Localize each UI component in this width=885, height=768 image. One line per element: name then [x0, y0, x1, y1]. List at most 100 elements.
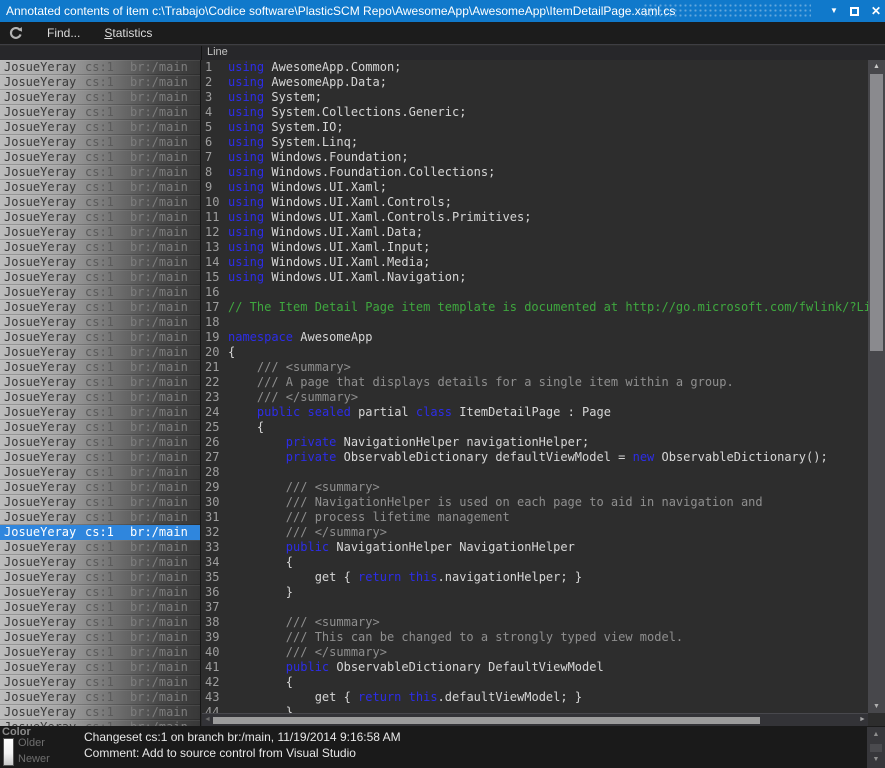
- annotation-row[interactable]: JosueYeraycs:1br:/main: [0, 75, 200, 90]
- scroll-up-icon[interactable]: ▲: [873, 60, 880, 73]
- code-line[interactable]: 7using Windows.Foundation;: [202, 150, 868, 165]
- code-line[interactable]: 2using AwesomeApp.Data;: [202, 75, 868, 90]
- code-line[interactable]: 44 }: [202, 705, 868, 713]
- scroll-down-icon[interactable]: ▼: [873, 700, 880, 713]
- annotation-row[interactable]: JosueYeraycs:1br:/main: [0, 555, 200, 570]
- code-line[interactable]: 3using System;: [202, 90, 868, 105]
- annotation-row[interactable]: JosueYeraycs:1br:/main: [0, 630, 200, 645]
- code-line[interactable]: 17// The Item Detail Page item template …: [202, 300, 868, 315]
- find-button[interactable]: Find...: [47, 26, 80, 40]
- annotation-row[interactable]: JosueYeraycs:1br:/main: [0, 270, 200, 285]
- code-line[interactable]: 18: [202, 315, 868, 330]
- code-line[interactable]: 39 /// This can be changed to a strongly…: [202, 630, 868, 645]
- annotation-row[interactable]: JosueYeraycs:1br:/main: [0, 255, 200, 270]
- annotation-row[interactable]: JosueYeraycs:1br:/main: [0, 210, 200, 225]
- annotation-row[interactable]: JosueYeraycs:1br:/main: [0, 450, 200, 465]
- code-line[interactable]: 33 public NavigationHelper NavigationHel…: [202, 540, 868, 555]
- code-line[interactable]: 38 /// <summary>: [202, 615, 868, 630]
- code-line[interactable]: 31 /// process lifetime management: [202, 510, 868, 525]
- code-line[interactable]: 11using Windows.UI.Xaml.Controls.Primiti…: [202, 210, 868, 225]
- code-line[interactable]: 6using System.Linq;: [202, 135, 868, 150]
- code-line[interactable]: 36 }: [202, 585, 868, 600]
- annotation-row[interactable]: JosueYeraycs:1br:/main: [0, 120, 200, 135]
- annotation-row[interactable]: JosueYeraycs:1br:/main: [0, 300, 200, 315]
- annotation-row[interactable]: JosueYeraycs:1br:/main: [0, 150, 200, 165]
- code-line[interactable]: 14using Windows.UI.Xaml.Media;: [202, 255, 868, 270]
- status-scrollbar[interactable]: ▲ ▼: [867, 727, 885, 768]
- annotation-row[interactable]: JosueYeraycs:1br:/main: [0, 165, 200, 180]
- annotation-row[interactable]: JosueYeraycs:1br:/main: [0, 390, 200, 405]
- code-line[interactable]: 35 get { return this.navigationHelper; }: [202, 570, 868, 585]
- annotation-row[interactable]: JosueYeraycs:1br:/main: [0, 180, 200, 195]
- annotation-row[interactable]: JosueYeraycs:1br:/main: [0, 510, 200, 525]
- code-line[interactable]: 42 {: [202, 675, 868, 690]
- code-line[interactable]: 28: [202, 465, 868, 480]
- statistics-button[interactable]: Statistics: [104, 26, 152, 40]
- code-line[interactable]: 16: [202, 285, 868, 300]
- annotation-row[interactable]: JosueYeraycs:1br:/main: [0, 285, 200, 300]
- annotation-row[interactable]: JosueYeraycs:1br:/main: [0, 315, 200, 330]
- code-line[interactable]: 12using Windows.UI.Xaml.Data;: [202, 225, 868, 240]
- code-line[interactable]: 23 /// </summary>: [202, 390, 868, 405]
- code-panel[interactable]: 1using AwesomeApp.Common;2using AwesomeA…: [202, 60, 868, 713]
- code-line[interactable]: 29 /// <summary>: [202, 480, 868, 495]
- code-line[interactable]: 15using Windows.UI.Xaml.Navigation;: [202, 270, 868, 285]
- code-line[interactable]: 4using System.Collections.Generic;: [202, 105, 868, 120]
- vertical-scrollbar[interactable]: ▲ ▼: [868, 60, 885, 713]
- annotation-row[interactable]: JosueYeraycs:1br:/main: [0, 435, 200, 450]
- line-column-header[interactable]: Line: [207, 46, 228, 58]
- code-line[interactable]: 8using Windows.Foundation.Collections;: [202, 165, 868, 180]
- annotation-row[interactable]: JosueYeraycs:1br:/main: [0, 405, 200, 420]
- annotation-row[interactable]: JosueYeraycs:1br:/main: [0, 480, 200, 495]
- code-line[interactable]: 26 private NavigationHelper navigationHe…: [202, 435, 868, 450]
- scroll-right-icon[interactable]: ►: [857, 714, 868, 726]
- dropdown-icon[interactable]: ▼: [830, 0, 838, 22]
- annotation-row[interactable]: JosueYeraycs:1br:/main: [0, 570, 200, 585]
- annotation-row[interactable]: JosueYeraycs:1br:/main: [0, 690, 200, 705]
- annotation-row[interactable]: JosueYeraycs:1br:/main: [0, 660, 200, 675]
- status-scroll-up-icon[interactable]: ▲: [873, 731, 880, 739]
- code-line[interactable]: 25 {: [202, 420, 868, 435]
- refresh-icon[interactable]: [9, 26, 23, 40]
- horizontal-scroll-thumb[interactable]: [213, 717, 760, 724]
- code-line[interactable]: 40 /// </summary>: [202, 645, 868, 660]
- annotation-row[interactable]: JosueYeraycs:1br:/main: [0, 375, 200, 390]
- annotation-row[interactable]: JosueYeraycs:1br:/main: [0, 225, 200, 240]
- code-line[interactable]: 10using Windows.UI.Xaml.Controls;: [202, 195, 868, 210]
- annotation-row[interactable]: JosueYeraycs:1br:/main: [0, 345, 200, 360]
- vertical-scroll-thumb[interactable]: [870, 74, 883, 351]
- annotation-row[interactable]: JosueYeraycs:1br:/main: [0, 675, 200, 690]
- code-line[interactable]: 19namespace AwesomeApp: [202, 330, 868, 345]
- annotation-row[interactable]: JosueYeraycs:1br:/main: [0, 495, 200, 510]
- annotation-row[interactable]: JosueYeraycs:1br:/main: [0, 420, 200, 435]
- code-line[interactable]: 13using Windows.UI.Xaml.Input;: [202, 240, 868, 255]
- code-line[interactable]: 41 public ObservableDictionary DefaultVi…: [202, 660, 868, 675]
- annotation-row[interactable]: JosueYeraycs:1br:/main: [0, 465, 200, 480]
- status-scroll-thumb[interactable]: [870, 744, 882, 752]
- annotation-row[interactable]: JosueYeraycs:1br:/main: [0, 90, 200, 105]
- maximize-icon[interactable]: [850, 7, 859, 16]
- code-line[interactable]: 27 private ObservableDictionary defaultV…: [202, 450, 868, 465]
- annotation-row[interactable]: JosueYeraycs:1br:/main: [0, 360, 200, 375]
- annotation-row[interactable]: JosueYeraycs:1br:/main: [0, 600, 200, 615]
- annotation-row[interactable]: JosueYeraycs:1br:/main: [0, 615, 200, 630]
- annotation-row[interactable]: JosueYeraycs:1br:/main: [0, 585, 200, 600]
- annotation-column[interactable]: JosueYeraycs:1br:/mainJosueYeraycs:1br:/…: [0, 60, 201, 726]
- code-line[interactable]: 21 /// <summary>: [202, 360, 868, 375]
- code-line[interactable]: 37: [202, 600, 868, 615]
- titlebar[interactable]: Annotated contents of item c:\Trabajo\Co…: [0, 0, 885, 22]
- horizontal-scrollbar[interactable]: ◄ ►: [202, 713, 868, 726]
- code-line[interactable]: 20{: [202, 345, 868, 360]
- code-line[interactable]: 32 /// </summary>: [202, 525, 868, 540]
- code-line[interactable]: 5using System.IO;: [202, 120, 868, 135]
- annotation-row[interactable]: JosueYeraycs:1br:/main: [0, 645, 200, 660]
- close-icon[interactable]: ✕: [871, 0, 881, 22]
- annotation-row[interactable]: JosueYeraycs:1br:/main: [0, 540, 200, 555]
- annotation-row[interactable]: JosueYeraycs:1br:/main: [0, 240, 200, 255]
- code-line[interactable]: 1using AwesomeApp.Common;: [202, 60, 868, 75]
- code-line[interactable]: 24 public sealed partial class ItemDetai…: [202, 405, 868, 420]
- annotation-row[interactable]: JosueYeraycs:1br:/main: [0, 705, 200, 720]
- annotation-row[interactable]: JosueYeraycs:1br:/main: [0, 195, 200, 210]
- status-scroll-down-icon[interactable]: ▼: [873, 756, 880, 764]
- annotation-row[interactable]: JosueYeraycs:1br:/main: [0, 60, 200, 75]
